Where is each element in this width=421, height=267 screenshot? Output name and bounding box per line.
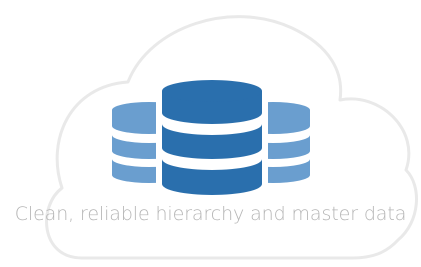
cloud-database-illustration: Clean, reliable hierarchy and master dat… [0, 0, 421, 267]
tagline-text: Clean, reliable hierarchy and master dat… [14, 203, 407, 225]
illustration-canvas [45, 15, 418, 260]
database-primary-icon [156, 75, 268, 201]
